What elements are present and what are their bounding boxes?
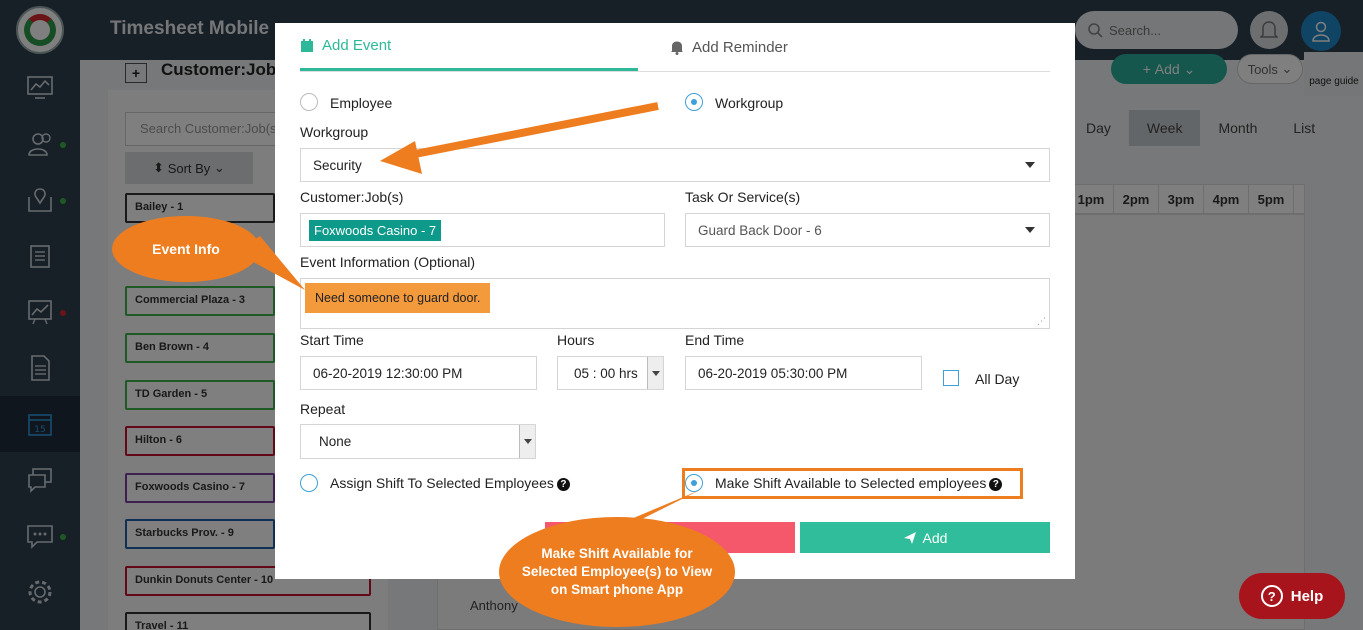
all-day-label: All Day	[975, 371, 1020, 387]
question-icon: ?	[1260, 585, 1283, 607]
workgroup-radio[interactable]	[685, 93, 703, 111]
event-info-value: Need someone to guard door.	[305, 283, 491, 313]
bell-icon	[671, 41, 683, 55]
task-label: Task Or Service(s)	[685, 189, 801, 205]
tab-add-event[interactable]: Add Event	[300, 23, 638, 71]
tab-add-reminder[interactable]: Add Reminder	[670, 23, 1050, 71]
workgroup-select[interactable]: Security	[300, 148, 1050, 182]
caret-down-icon[interactable]	[647, 357, 663, 389]
make-available-label: Make Shift Available to Selected employe…	[715, 475, 1003, 491]
employee-radio[interactable]	[300, 93, 318, 111]
help-button[interactable]: ? Help	[1239, 573, 1345, 619]
end-time-label: End Time	[685, 332, 745, 348]
event-info-label: Event Information (Optional)	[300, 254, 476, 270]
workgroup-radio-label: Workgroup	[715, 95, 784, 111]
all-day-checkbox[interactable]	[943, 370, 959, 386]
calendar-icon	[301, 38, 313, 52]
send-icon	[903, 531, 916, 544]
question-icon[interactable]: ?	[989, 477, 1003, 491]
add-event-button[interactable]: Add	[800, 522, 1050, 553]
start-time-input[interactable]: 06-20-2019 12:30:00 PM	[300, 356, 537, 390]
add-event-modal: Add Event Add Reminder Employee Workgrou…	[275, 23, 1075, 579]
caret-down-icon	[1025, 162, 1035, 168]
question-icon[interactable]: ?	[556, 477, 570, 491]
start-time-label: Start Time	[300, 332, 364, 348]
annotation-shift-available: Make Shift Available for Selected Employ…	[499, 517, 735, 627]
repeat-label: Repeat	[300, 401, 346, 417]
caret-down-icon	[1025, 227, 1035, 233]
assign-shift-radio[interactable]	[300, 474, 318, 492]
tab-divider	[300, 71, 1050, 72]
workgroup-label: Workgroup	[300, 124, 369, 140]
repeat-select[interactable]: None	[300, 424, 536, 459]
assign-shift-label: Assign Shift To Selected Employees?	[330, 475, 570, 491]
resize-handle-icon[interactable]: ⋰	[1037, 316, 1046, 327]
make-available-radio[interactable]	[685, 474, 703, 492]
hours-label: Hours	[557, 332, 595, 348]
end-time-input[interactable]: 06-20-2019 05:30:00 PM	[685, 356, 922, 390]
employee-radio-label: Employee	[330, 95, 393, 111]
caret-down-icon[interactable]	[519, 425, 535, 458]
hours-stepper[interactable]: 05 : 00 hrs	[557, 356, 664, 390]
task-select[interactable]: Guard Back Door - 6	[685, 213, 1050, 247]
customer-job-label: Customer:Job(s)	[300, 189, 404, 205]
annotation-event-info: Event Info	[112, 216, 260, 282]
customer-job-tag[interactable]: Foxwoods Casino - 7	[309, 219, 442, 241]
customer-job-input[interactable]: Foxwoods Casino - 7	[300, 213, 665, 247]
